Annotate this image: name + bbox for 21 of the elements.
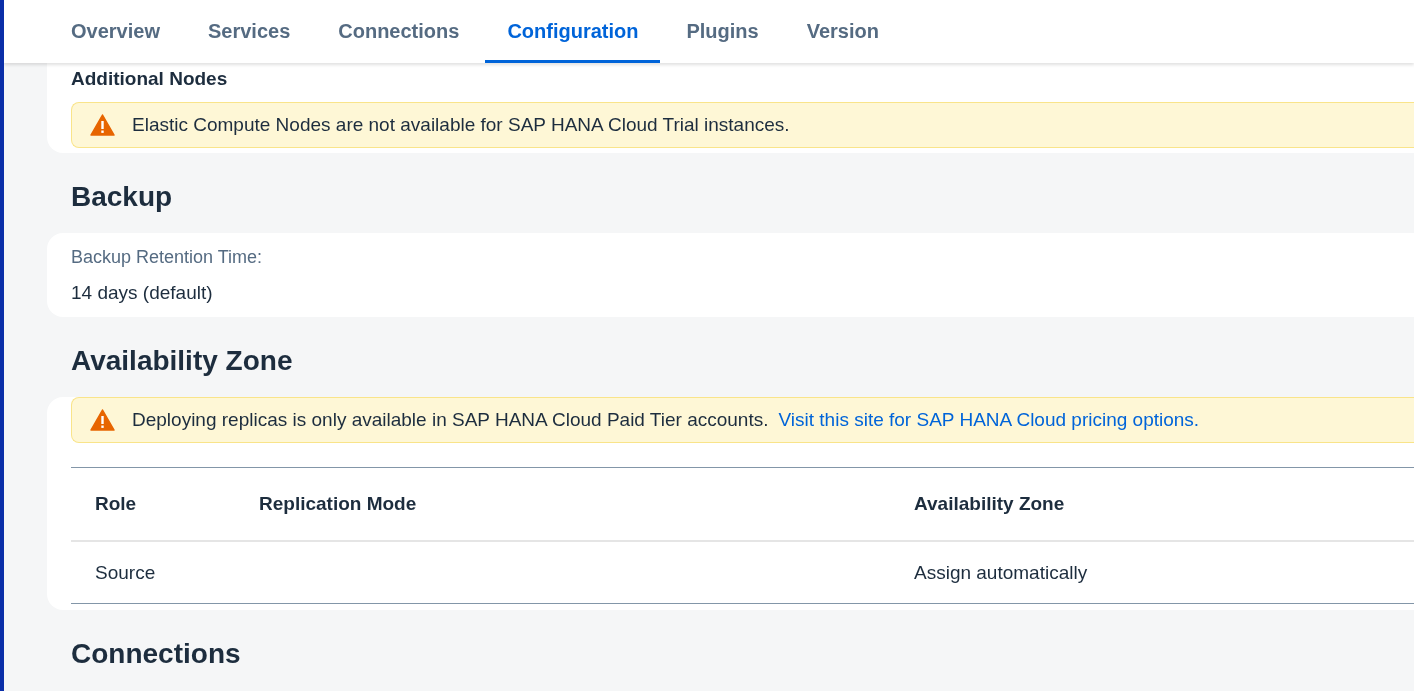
column-header: Availability Zone	[913, 493, 1065, 515]
field-value: 14 days (default)	[71, 281, 214, 305]
section-title: Additional Nodes	[71, 68, 229, 90]
column-header: Replication Mode	[258, 493, 418, 515]
field-label: Backup Retention Time:	[71, 246, 264, 269]
tab[interactable]: Connections	[316, 0, 482, 63]
table-cell: Source	[95, 561, 156, 583]
tab[interactable]: Plugins	[664, 0, 781, 63]
warning-icon	[90, 114, 115, 136]
warning-text: Elastic Compute Nodes are not available for SAP HANA Cloud Trial instances.	[132, 114, 790, 136]
pricing-link[interactable]: Visit this site for SAP HANA Cloud pricing options.	[778, 409, 1200, 431]
section-heading: Backup	[70, 180, 174, 214]
tab[interactable]: Services	[185, 0, 313, 63]
tab[interactable]: Overview	[49, 0, 182, 63]
section-heading: Availability Zone	[70, 344, 294, 378]
warning-icon	[90, 409, 115, 431]
section-heading: Connections	[70, 637, 242, 671]
column-header: Role	[94, 493, 138, 515]
tab[interactable]: Version	[784, 0, 901, 63]
warning-text: Deploying replicas is only available in SAP HANA Cloud Paid Tier accounts.	[132, 409, 769, 431]
table-cell: Assign automatically	[914, 561, 1088, 583]
